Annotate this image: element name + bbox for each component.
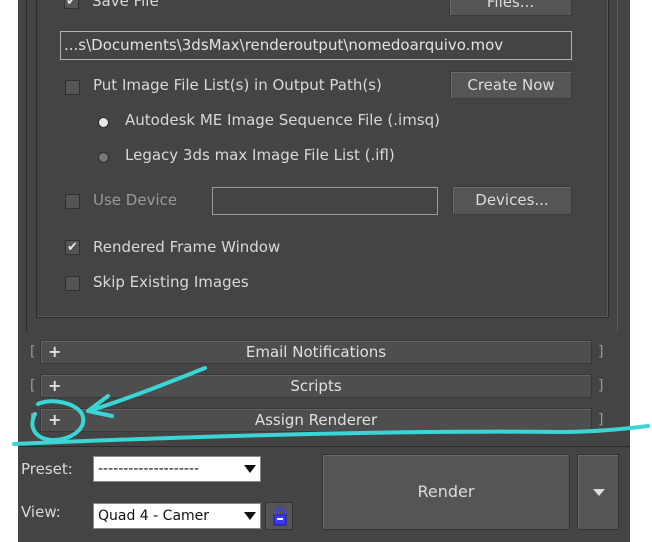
radio-ifl-label: Legacy 3ds max Image File List (.ifl) [125,146,395,164]
plus-icon[interactable]: + [48,341,61,363]
view-value: Quad 4 - Camer [98,508,210,524]
chevron-down-icon [593,489,605,496]
save-file-label: Save File [92,0,159,10]
plus-icon[interactable]: + [48,375,61,397]
rollout-title: Email Notifications [245,343,387,361]
preset-label: Preset: [21,460,73,478]
use-device-label: Use Device [93,191,178,209]
rollout-bracket-right: ] [598,412,604,428]
rollout-title: Scripts [290,377,342,395]
lock-view-button[interactable] [265,502,293,530]
rollout-bracket-left: [ [30,344,36,360]
files-button[interactable]: Files... [449,0,572,16]
radio-ifl[interactable] [98,152,109,163]
radio-imsq-label: Autodesk ME Image Sequence File (.imsq) [125,111,440,129]
rendered-frame-window-label: Rendered Frame Window [93,238,281,256]
plus-icon[interactable]: + [48,409,61,431]
rollout-bracket-right: ] [598,378,604,394]
rollout-scripts[interactable]: Scripts + [40,374,592,398]
rollout-title: Assign Renderer [254,411,378,429]
rendered-frame-window-checkbox[interactable]: ✔ [65,240,80,255]
devices-button[interactable]: Devices... [452,186,572,215]
render-button[interactable]: Render [322,454,570,530]
save-file-checkbox[interactable]: ✔ [64,0,79,9]
lock-icon [273,507,287,526]
rollout-email-notifications[interactable]: Email Notifications + [40,340,592,364]
dropdown-arrow-icon [244,512,256,520]
output-path-field[interactable]: ...s\Documents\3dsMax\renderoutput\nomed… [60,31,572,60]
preset-dropdown[interactable]: -------------------- [93,456,261,482]
rollout-bracket-left: [ [30,378,36,394]
put-image-list-checkbox[interactable] [65,80,80,95]
radio-imsq[interactable] [98,117,109,128]
skip-existing-checkbox[interactable] [65,276,80,291]
view-dropdown[interactable]: Quad 4 - Camer [93,503,261,529]
render-options-button[interactable] [577,454,619,530]
create-now-button[interactable]: Create Now [450,71,572,99]
dropdown-arrow-icon [244,465,256,473]
skip-existing-label: Skip Existing Images [93,273,249,291]
view-label: View: [21,503,61,521]
rollout-bracket-left: [ [30,412,36,428]
use-device-checkbox[interactable] [65,194,80,209]
rollout-assign-renderer[interactable]: Assign Renderer + [40,408,592,432]
render-setup-window: ✔ Save File Files... ...s\Documents\3dsM… [0,0,652,542]
rollout-bracket-right: ] [598,344,604,360]
device-name-field[interactable] [212,187,438,215]
preset-value: -------------------- [98,461,200,477]
put-image-list-label: Put Image File List(s) in Output Path(s) [93,76,382,94]
